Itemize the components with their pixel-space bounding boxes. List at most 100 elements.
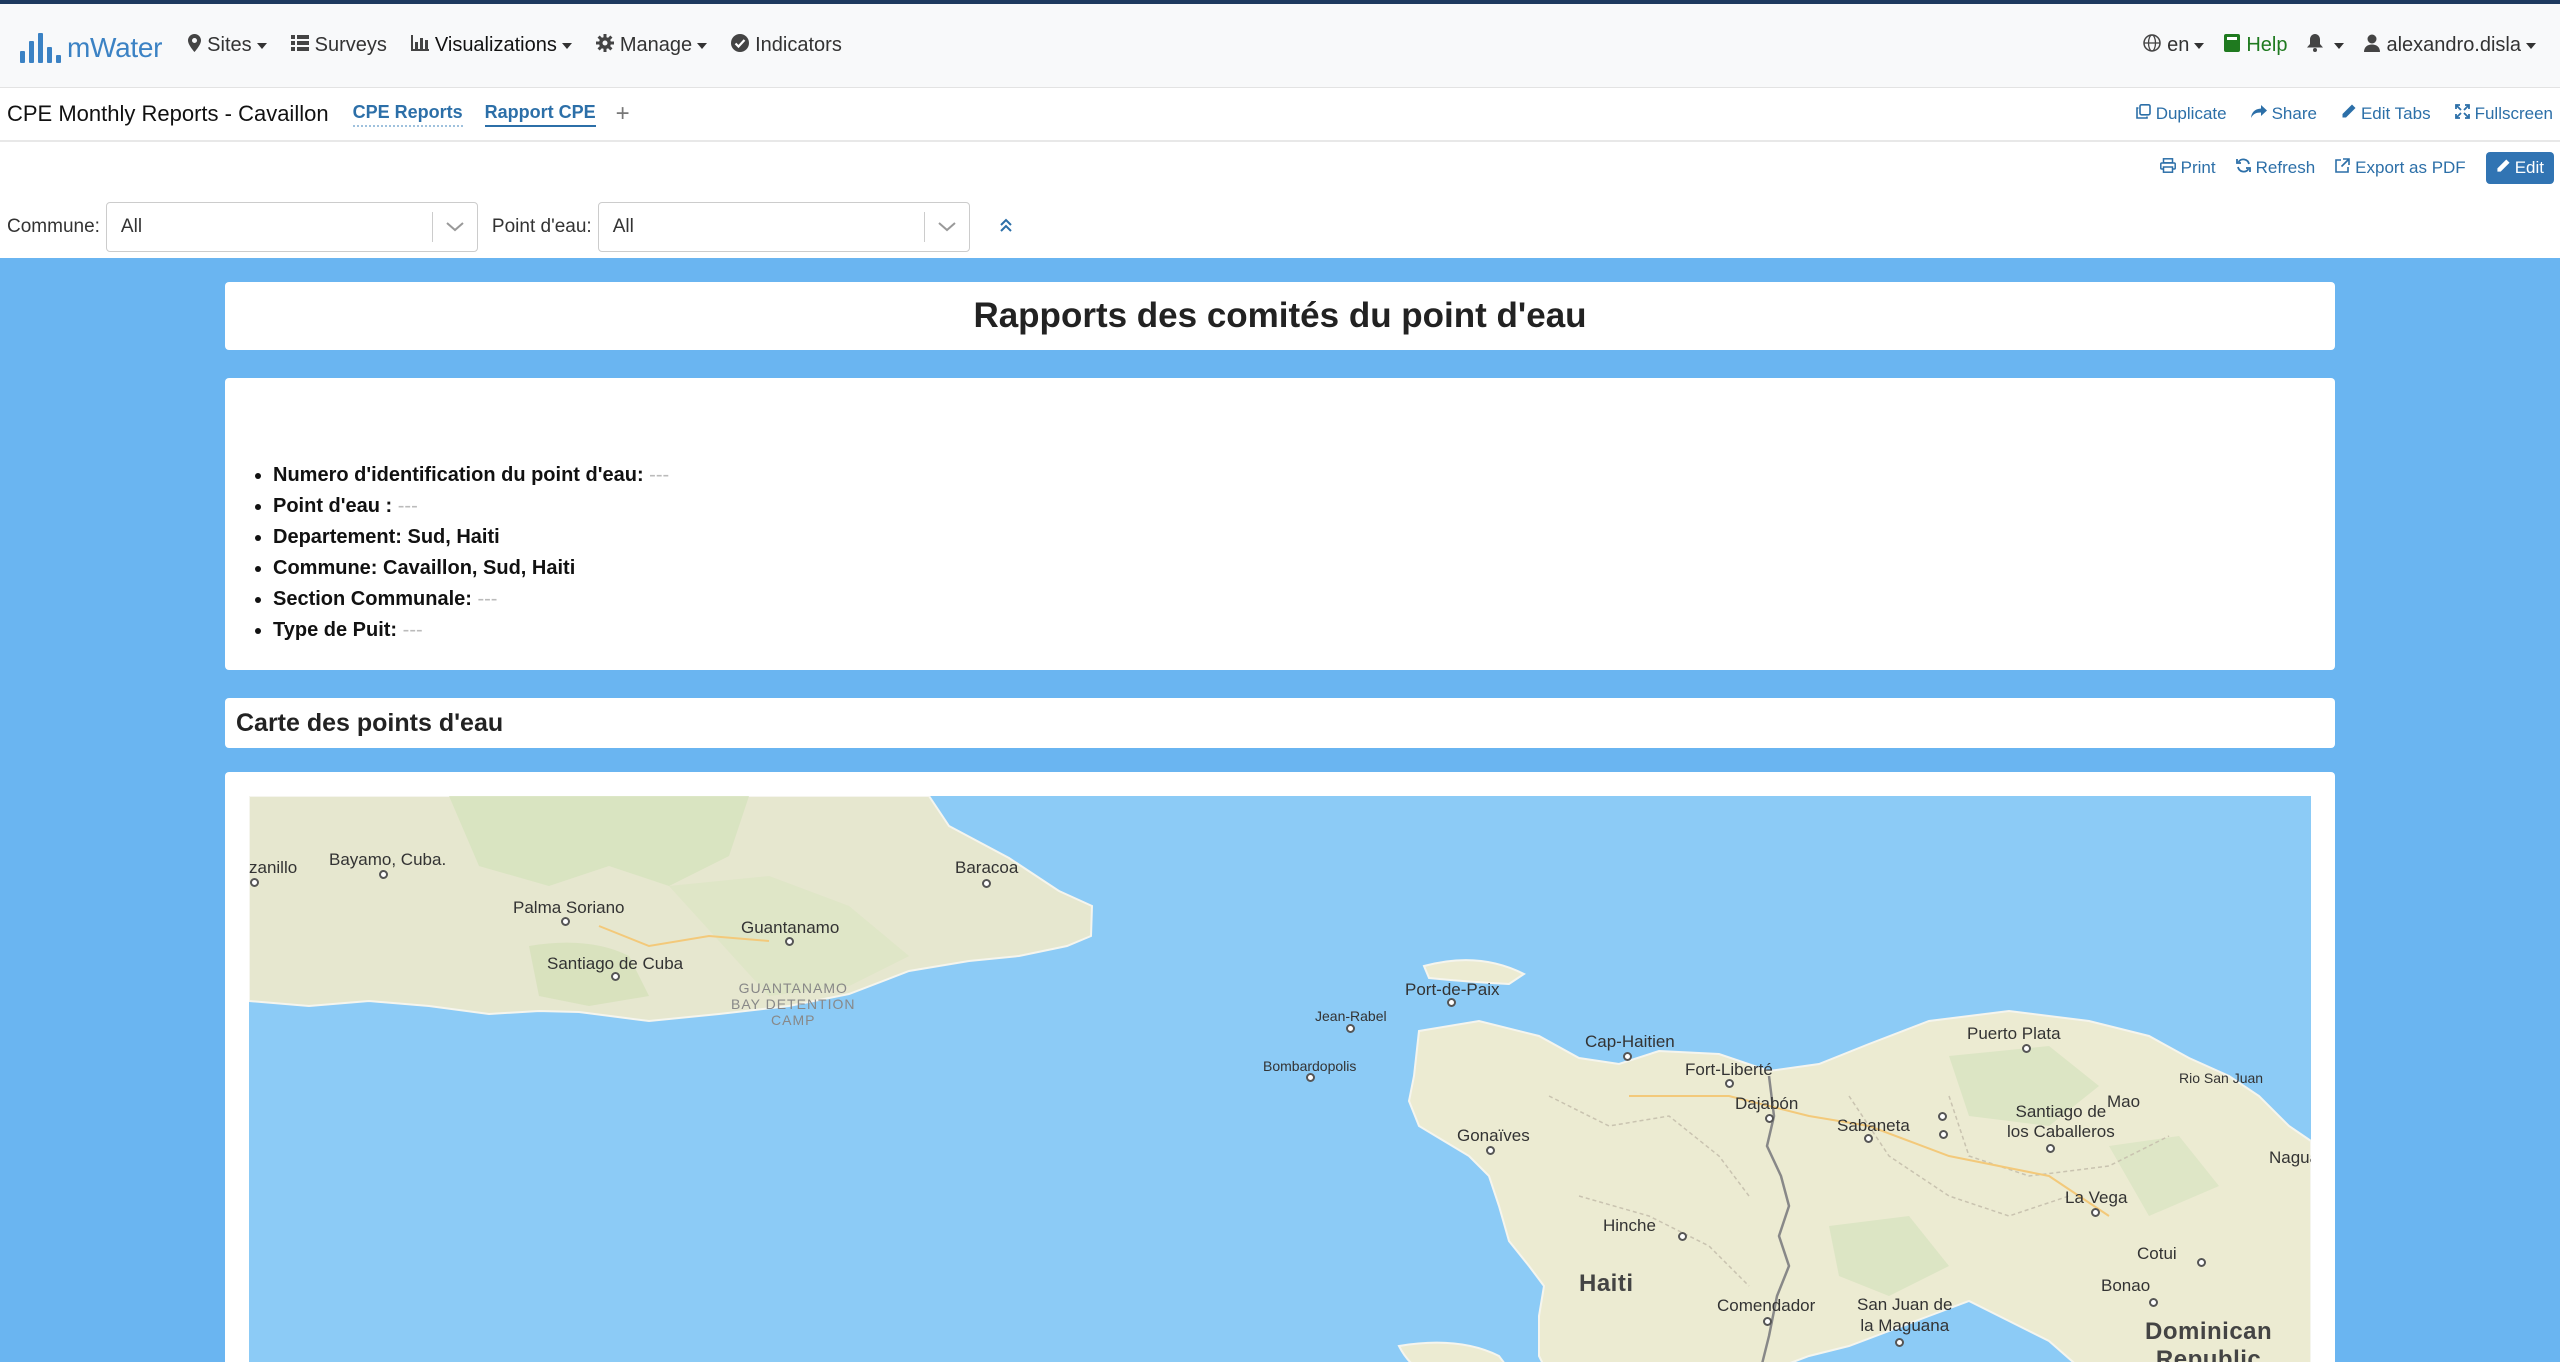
nav-visualizations[interactable]: Visualizations <box>410 34 572 57</box>
map-label: Sabaneta <box>1837 1116 1910 1135</box>
tab-cpe-reports[interactable]: CPE Reports <box>352 102 463 127</box>
nav-surveys[interactable]: Surveys <box>290 34 387 57</box>
expand-icon <box>2454 104 2470 124</box>
city-dot <box>379 870 388 879</box>
brand-logo[interactable]: mWater <box>20 29 162 63</box>
fullscreen-button[interactable]: Fullscreen <box>2454 104 2553 124</box>
printer-icon <box>2159 158 2176 178</box>
city-dot <box>2197 1258 2206 1267</box>
city-dot <box>1939 1130 1948 1139</box>
commune-filter-label: Commune: <box>7 216 100 237</box>
nav-sites[interactable]: Sites <box>188 34 267 57</box>
globe-icon <box>2143 34 2161 57</box>
refresh-label: Refresh <box>2255 158 2316 177</box>
map-label: La Vega <box>2065 1188 2128 1207</box>
map-section-header: Carte des points d'eau <box>225 698 2335 748</box>
report-details-card: Numero d'identification du point d'eau: … <box>225 378 2335 670</box>
city-dot <box>1763 1317 1772 1326</box>
export-pdf-label: Export as PDF <box>2355 158 2466 177</box>
brand-name: mWater <box>67 31 163 63</box>
list-item: Point d'eau : --- <box>273 491 2335 522</box>
map-label: Hinche <box>1603 1216 1656 1235</box>
map-label: Baracoa <box>955 858 1019 877</box>
list-item: Commune: Cavaillon, Sud, Haiti <box>273 553 2335 584</box>
refresh-icon <box>2235 158 2251 178</box>
user-icon <box>2364 34 2381 57</box>
collapse-filters-icon[interactable] <box>999 218 1012 237</box>
dashboard-actions: Print Refresh Export as PDF Edit <box>0 142 2560 194</box>
edit-tabs-button[interactable]: Edit Tabs <box>2341 104 2431 124</box>
city-dot <box>1864 1134 1873 1143</box>
language-selector[interactable]: en <box>2143 34 2205 57</box>
nav-surveys-label: Surveys <box>314 34 387 56</box>
city-dot <box>561 917 570 926</box>
refresh-button[interactable]: Refresh <box>2235 158 2316 178</box>
city-dot <box>611 972 620 981</box>
user-menu[interactable]: alexandro.disla <box>2364 34 2536 57</box>
add-tab-button[interactable]: + <box>616 100 630 128</box>
map-label: Fort-Liberté <box>1685 1060 1773 1079</box>
city-dot <box>2022 1044 2031 1053</box>
bar-chart-icon <box>410 35 429 56</box>
city-dot <box>1678 1232 1687 1241</box>
list-item: Section Communale: --- <box>273 584 2335 615</box>
chevron-down-icon <box>2194 42 2205 49</box>
nav-manage-label: Manage <box>619 34 693 56</box>
edit-label: Edit <box>2514 158 2544 177</box>
map-label: Comendador <box>1717 1296 1816 1315</box>
point-eau-filter-select[interactable]: All <box>597 202 970 252</box>
map-marker-icon <box>188 34 202 57</box>
copy-icon <box>2135 104 2151 124</box>
dashboard-canvas: Rapports des comités du point d'eau Nume… <box>0 258 2560 1362</box>
city-dot <box>1623 1052 1632 1061</box>
map-label: Gonaïves <box>1457 1126 1530 1145</box>
print-label: Print <box>2180 158 2216 177</box>
city-dot <box>250 878 259 887</box>
map-label: Rio San Juan <box>2179 1070 2264 1086</box>
tab-rapport-cpe[interactable]: Rapport CPE <box>484 102 596 127</box>
nav-visualizations-label: Visualizations <box>434 34 557 56</box>
chevron-down-icon <box>256 42 267 49</box>
nav-indicators-label: Indicators <box>755 34 842 56</box>
list-item: Departement: Sud, Haiti <box>273 522 2335 553</box>
share-label: Share <box>2271 104 2317 123</box>
point-eau-filter-value: All <box>612 216 634 237</box>
water-points-map[interactable]: zanillo Bayamo, Cuba. Baracoa Palma Sori… <box>249 796 2311 1362</box>
chevron-down-icon <box>2526 42 2536 49</box>
check-circle-icon <box>731 34 750 57</box>
notifications[interactable] <box>2307 34 2345 57</box>
user-name: alexandro.disla <box>2386 34 2521 56</box>
external-link-icon <box>2335 158 2350 178</box>
dashboard-title: CPE Monthly Reports - Cavaillon <box>7 101 329 126</box>
chevron-down-icon[interactable] <box>433 222 477 232</box>
map-label: Dajabón <box>1735 1094 1799 1113</box>
commune-filter-select[interactable]: All <box>105 202 478 252</box>
export-pdf-button[interactable]: Export as PDF <box>2335 158 2466 178</box>
print-button[interactable]: Print <box>2159 158 2216 178</box>
tab-actions: Duplicate Share Edit Tabs Fullscreen <box>2135 104 2553 124</box>
nav-sites-label: Sites <box>207 34 252 56</box>
main-navbar: mWater Sites Surveys Visualizations Mana… <box>0 4 2560 88</box>
map-label-country: Haiti <box>1579 1270 1634 1297</box>
city-dot <box>982 879 991 888</box>
report-title: Rapports des comités du point d'eau <box>973 296 1587 335</box>
duplicate-button[interactable]: Duplicate <box>2135 104 2227 124</box>
language-label: en <box>2167 34 2190 56</box>
commune-filter-value: All <box>120 216 143 237</box>
duplicate-label: Duplicate <box>2155 104 2227 123</box>
map-label: Puerto Plata <box>1967 1024 2061 1043</box>
map-label: Port-de-Paix <box>1405 980 1500 999</box>
chevron-down-icon <box>561 42 572 49</box>
share-icon <box>2250 104 2267 124</box>
edit-button[interactable]: Edit <box>2485 152 2554 184</box>
city-dot <box>1447 998 1456 1007</box>
chevron-down-icon[interactable] <box>925 222 969 232</box>
nav-indicators[interactable]: Indicators <box>731 34 842 57</box>
share-button[interactable]: Share <box>2250 104 2317 124</box>
help-link[interactable]: Help <box>2224 34 2287 57</box>
city-dot <box>2046 1144 2055 1153</box>
edit-tabs-label: Edit Tabs <box>2360 104 2431 123</box>
report-details-list: Numero d'identification du point d'eau: … <box>273 460 2335 646</box>
nav-manage[interactable]: Manage <box>595 34 708 57</box>
map-label-santiago: Santiago de los Caballeros <box>2007 1102 2115 1141</box>
